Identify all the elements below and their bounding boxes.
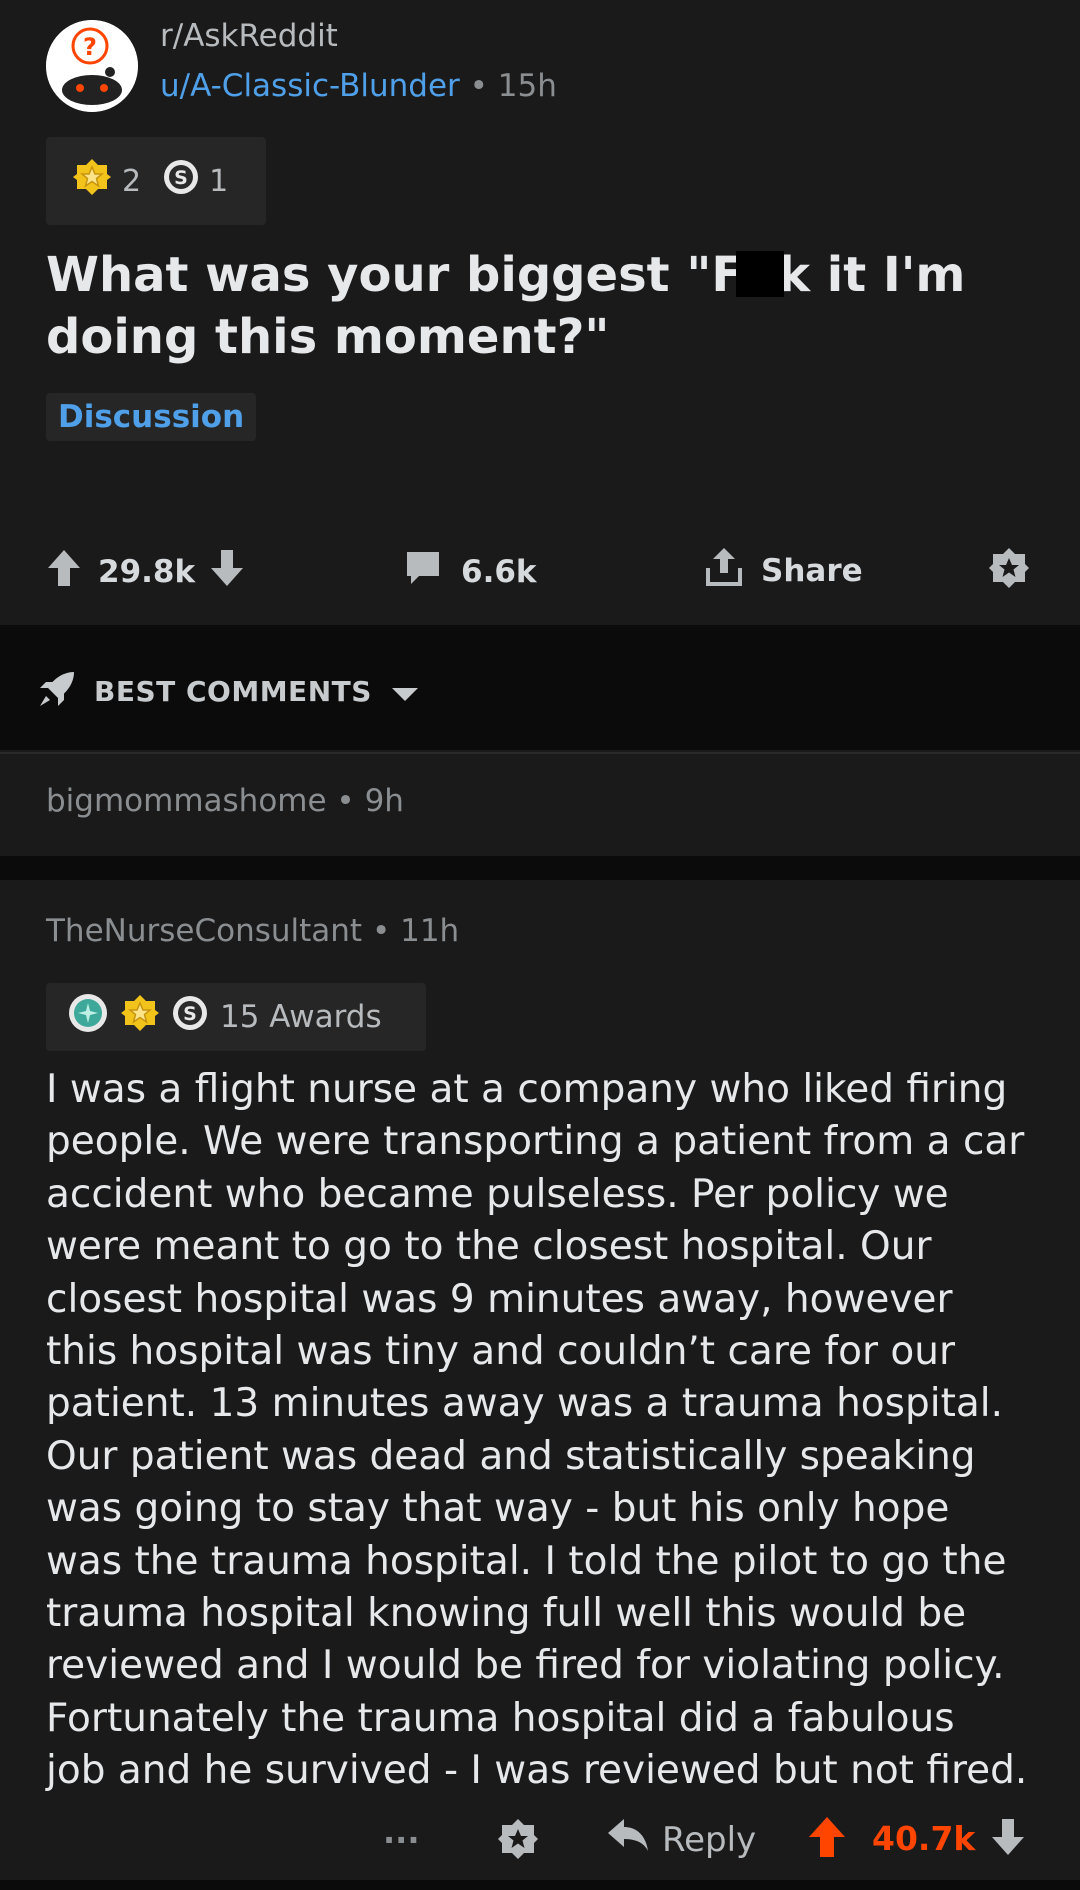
comment-body: I was a flight nurse at a company who li… [46,1067,1028,1794]
silver-award-icon: S [172,995,208,1039]
rocket-icon [36,668,78,714]
wholesome-award-icon [68,993,108,1041]
meta-separator: • [336,783,355,819]
downvote-arrow-icon[interactable] [209,548,245,596]
silver-award-icon: S [163,159,199,203]
upvote-arrow-active-icon[interactable] [807,1815,847,1863]
post-author-link[interactable]: u/A-Classic-Blunder [160,68,460,104]
vote-group: 29.8k [46,548,245,596]
collapsed-comment-header[interactable]: bigmommashome • 9h [46,783,404,819]
comment-awards[interactable]: S 15 Awards [46,983,426,1051]
comment-action-bar: ... Reply 40.7k [0,1805,1080,1875]
post-title-start: What was your biggest "F [46,247,745,303]
post-title[interactable]: What was your biggest "F k it I'm doing t… [46,244,1036,368]
downvote-arrow-icon[interactable] [990,1817,1026,1861]
collapsed-comment-age: 9h [364,783,404,819]
reply-label: Reply [662,1819,757,1860]
gold-award-count: 2 [122,163,142,199]
bottom-edge [0,1880,1080,1890]
sort-label: BEST COMMENTS [94,675,372,708]
svg-text:?: ? [83,33,97,61]
reply-button[interactable]: Reply [606,1817,756,1862]
meta-separator: • [469,68,488,104]
subreddit-avatar-icon[interactable]: ? [46,20,138,112]
gold-award-icon [120,993,160,1041]
post-age: 15h [497,68,557,104]
censor-block [736,251,785,297]
share-button[interactable]: Share [705,546,863,596]
svg-text:S: S [183,1003,197,1025]
comment-age: 11h [400,913,460,949]
comment-score: 40.7k [872,1819,976,1858]
award-icon [987,546,1031,598]
comment-awards-label: 15 Awards [220,999,382,1035]
comment-user: TheNurseConsultant [46,913,363,949]
svg-text:S: S [174,167,188,189]
comment-bubble-icon [403,548,443,596]
comment-separator [0,856,1080,880]
share-label: Share [761,553,863,589]
post-upvote-count: 29.8k [98,554,196,590]
silver-award-count: 1 [209,163,229,199]
post-meta: u/A-Classic-Blunder • 15h [160,68,557,104]
comment-header[interactable]: TheNurseConsultant • 11h [46,913,459,949]
upvote-arrow-icon[interactable] [46,548,82,596]
share-icon [705,546,743,596]
post-comment-count: 6.6k [461,554,537,590]
more-options-button[interactable]: ... [383,1813,419,1851]
reply-arrow-icon [606,1817,650,1862]
comments-button[interactable]: 6.6k [403,548,537,596]
sort-dropdown[interactable]: BEST COMMENTS [94,675,420,710]
meta-separator: • [371,913,391,949]
award-comment-icon[interactable] [496,1817,540,1865]
caret-down-icon [390,677,420,710]
post-action-bar: 29.8k 6.6k Share [0,530,1080,606]
collapsed-comment-user: bigmommashome [46,783,327,819]
post-awards[interactable]: 2 S 1 [46,137,266,225]
post-flair[interactable]: Discussion [46,393,257,441]
divider [0,752,1080,754]
subreddit-name[interactable]: r/AskReddit [160,18,338,54]
gold-award-icon [72,157,112,205]
award-post-button[interactable] [987,546,1031,598]
